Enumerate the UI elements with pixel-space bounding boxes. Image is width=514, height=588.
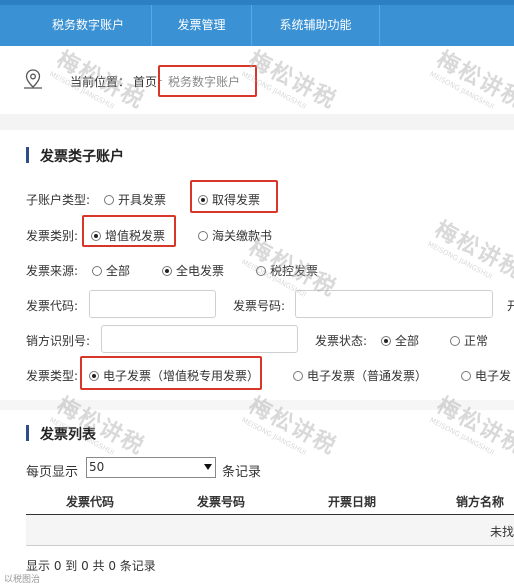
per-page-value: 50 [89, 460, 105, 474]
section-title-subaccount: 发票类子账户 [26, 146, 124, 166]
radio-source-fully-digital[interactable]: 全电发票 [162, 262, 224, 279]
status-label: 发票状态: [315, 334, 368, 348]
highlight-breadcrumb [158, 65, 257, 97]
nav-item-invoice-management[interactable]: 发票管理 [152, 5, 252, 46]
radio-issue-invoice[interactable]: 开具发票 [104, 191, 166, 208]
section-gap [0, 114, 514, 130]
radio-source-all[interactable]: 全部 [92, 262, 130, 279]
seller-id-input[interactable] [101, 325, 298, 353]
nav-item-system-aux[interactable]: 系统辅助功能 [252, 5, 380, 46]
column-header-issue-date[interactable]: 开票日期 [328, 493, 376, 510]
category-label: 发票类别: [26, 229, 79, 243]
location-icon [24, 69, 42, 89]
radio-status-all[interactable]: 全部 [381, 332, 419, 349]
chevron-down-icon [204, 464, 212, 470]
radio-dot [104, 195, 114, 205]
radio-label: 全部 [395, 334, 420, 348]
radio-e-invoice-other[interactable]: 电子发 [461, 367, 511, 384]
highlight-category [82, 215, 176, 247]
empty-message: 未找 [489, 525, 514, 539]
highlight-account-type [190, 180, 278, 213]
nav-item-tax-digital-account[interactable]: 税务数字账户 [25, 5, 152, 46]
radio-dot [293, 371, 303, 381]
seller-id-label: 销方识别号: [26, 334, 91, 348]
radio-e-invoice-ordinary[interactable]: 电子发票（普通发票） [293, 367, 427, 384]
per-page-prefix: 每页显示 [26, 465, 79, 480]
table-empty-row: 未找 [26, 515, 514, 545]
source-label: 发票来源: [26, 264, 79, 278]
invoice-code-input[interactable] [89, 290, 216, 318]
radio-dot [381, 336, 391, 346]
radio-label: 正常 [464, 334, 489, 348]
account-type-label: 子账户类型: [26, 193, 91, 207]
invoice-type-label: 发票类型: [26, 369, 79, 383]
per-page-suffix: 条记录 [222, 465, 262, 480]
radio-dot [162, 266, 172, 276]
per-page-select[interactable]: 50 [86, 457, 216, 478]
highlight-invoice-type [80, 356, 262, 390]
table-footer-info: 显示 0 到 0 共 0 条记录 [26, 559, 156, 573]
radio-dot [198, 231, 208, 241]
radio-dot [92, 266, 102, 276]
invoice-number-label: 发票号码: [233, 299, 286, 313]
radio-label: 开具发票 [118, 193, 167, 207]
radio-status-normal[interactable]: 正常 [450, 332, 488, 349]
radio-label: 全电发票 [176, 264, 225, 278]
invoice-code-label: 发票代码: [26, 299, 79, 313]
corner-logo: 以税图治 [4, 575, 41, 585]
column-header-invoice-number[interactable]: 发票号码 [197, 493, 245, 510]
radio-dot [450, 336, 460, 346]
top-nav: 税务数字账户 发票管理 系统辅助功能 [0, 0, 514, 46]
radio-dot [461, 371, 471, 381]
table-bottom-divider [26, 545, 514, 546]
watermark: 梅松讲税 MEISONG JIANGSHUI [426, 212, 514, 292]
radio-label: 电子发票（普通发票） [307, 369, 428, 383]
radio-label: 全部 [106, 264, 131, 278]
radio-label: 电子发 [475, 369, 512, 383]
column-header-seller-name[interactable]: 销方名称 [456, 493, 504, 510]
cut-off-label: 开 [507, 299, 514, 313]
column-header-invoice-code[interactable]: 发票代码 [66, 493, 114, 510]
